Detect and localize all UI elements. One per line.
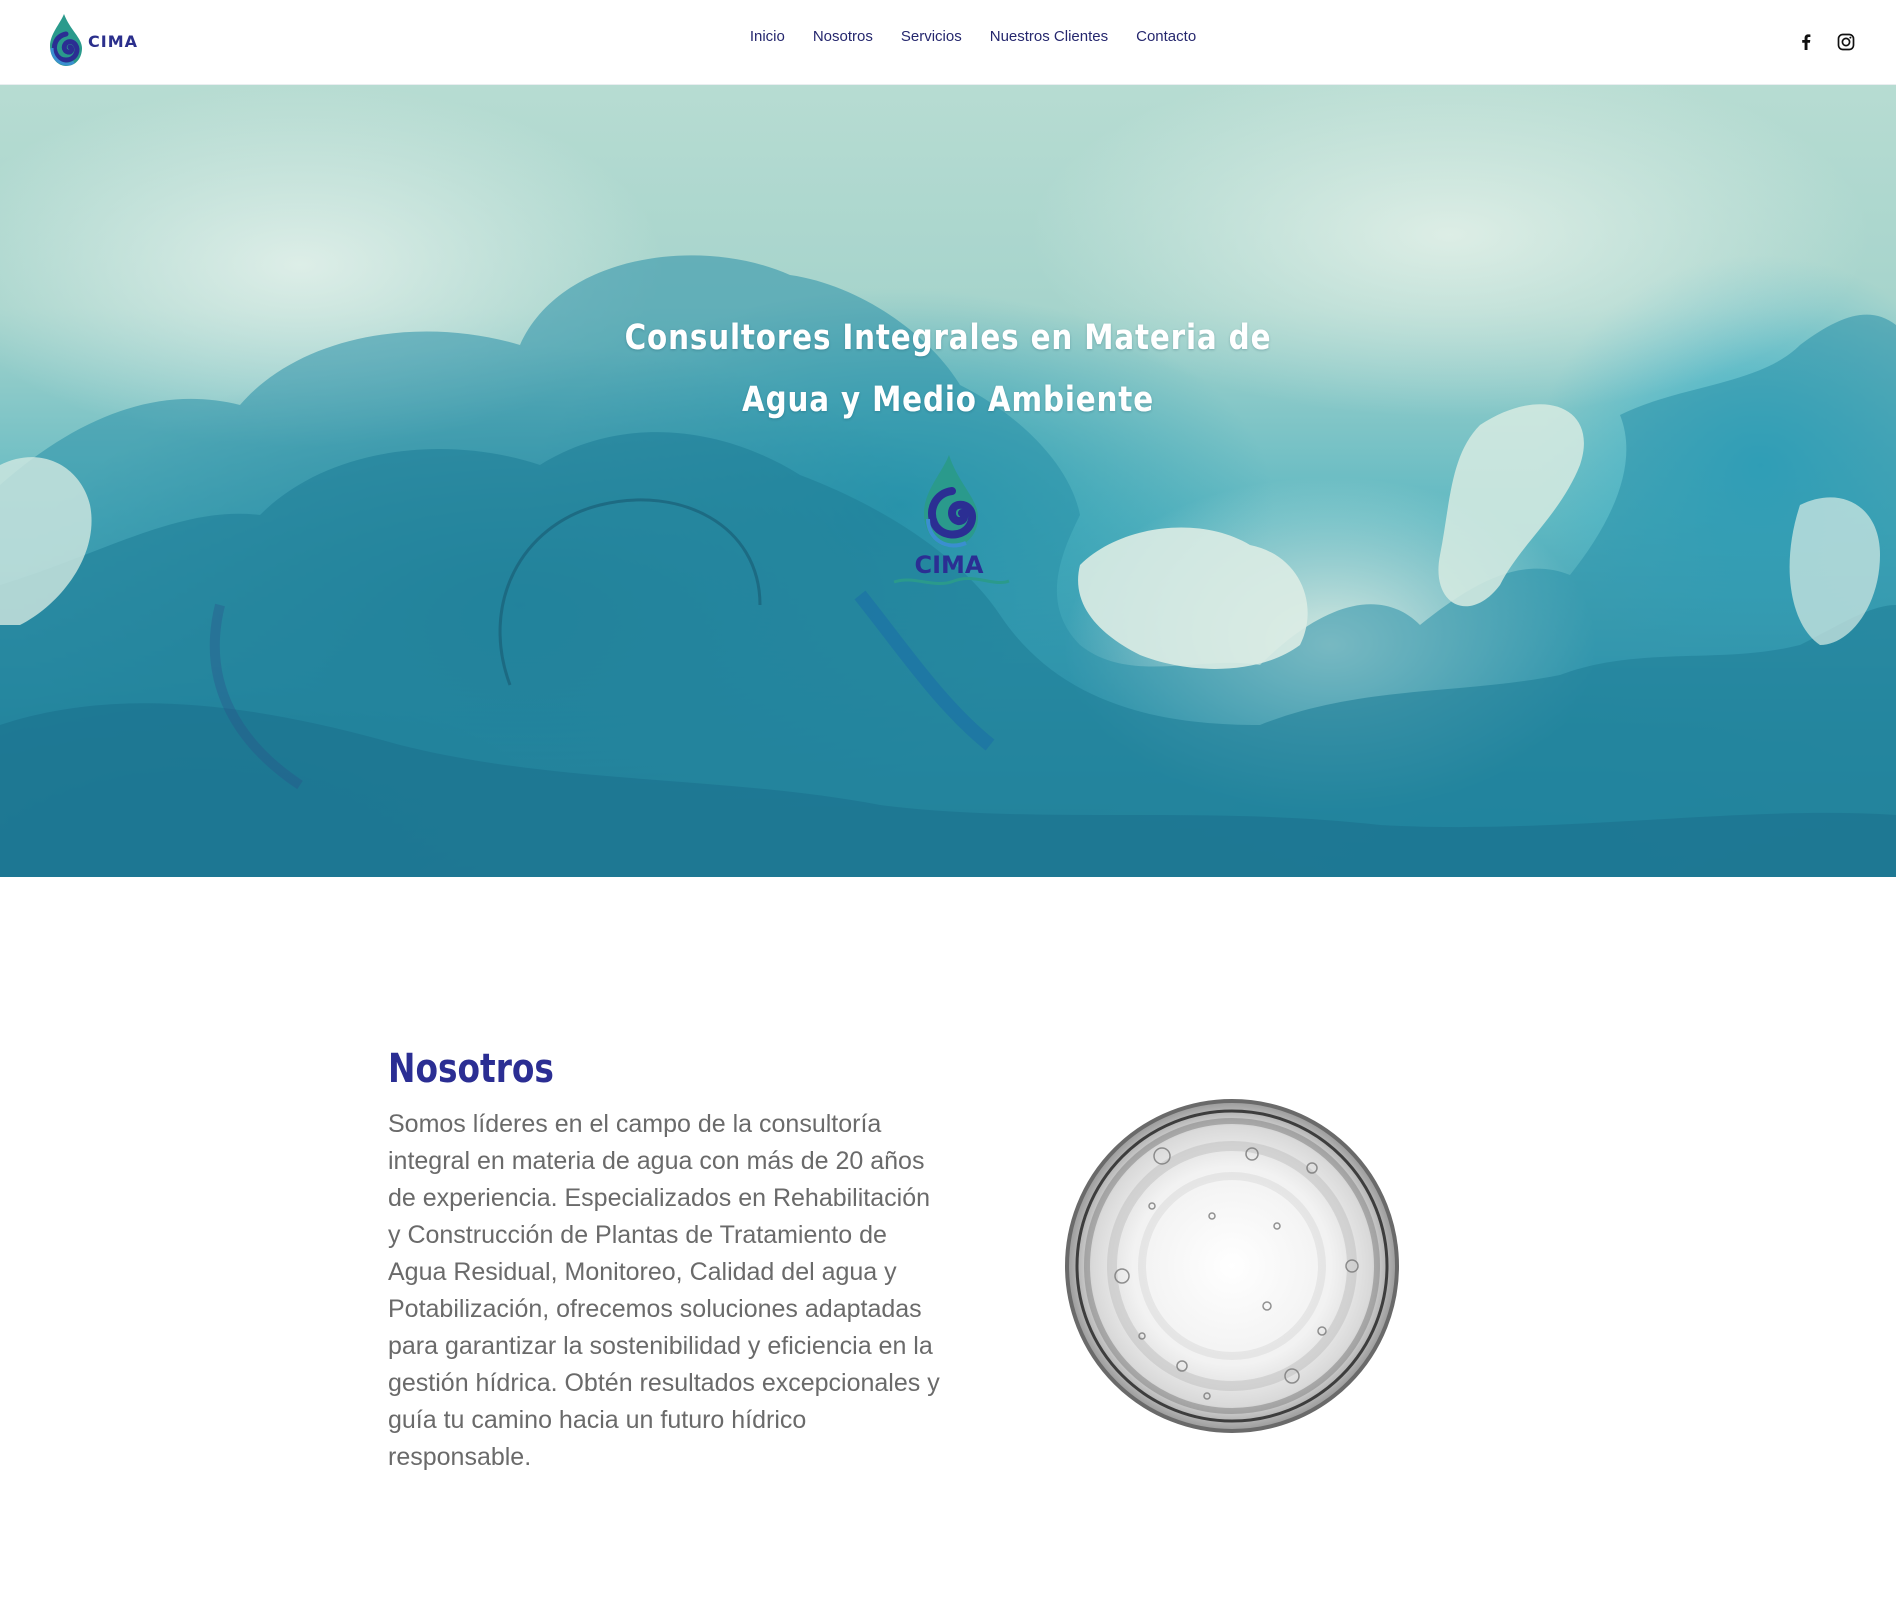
nav-item-inicio[interactable]: Inicio [750,28,785,45]
instagram-icon[interactable] [1834,30,1858,54]
nav-item-nosotros[interactable]: Nosotros [813,28,873,45]
facebook-icon[interactable] [1794,30,1818,54]
nav-item-servicios[interactable]: Servicios [901,28,962,45]
water-glass-top-view [1065,1099,1399,1433]
hero-title: Consultores Integrales en Materia de Agu… [624,318,1272,420]
main-nav: Inicio Nosotros Servicios Nuestros Clien… [0,28,1896,45]
nav-item-contacto[interactable]: Contacto [1136,28,1196,45]
about-title: Nosotros [388,1046,554,1092]
water-drop-logo-icon: CIMA [893,455,1010,586]
about-text: Somos líderes en el campo de la consulto… [388,1110,940,1471]
nav-item-nuestros-clientes[interactable]: Nuestros Clientes [990,28,1108,45]
site-header: CIMA Inicio Nosotros Servicios Nuestros … [0,0,1896,85]
hero-logo-text: CIMA [915,551,984,579]
hero-banner: Consultores Integrales en Materia de Agu… [0,85,1896,877]
water-glass-image [1062,1096,1402,1436]
hero-logo: CIMA [884,451,1014,591]
